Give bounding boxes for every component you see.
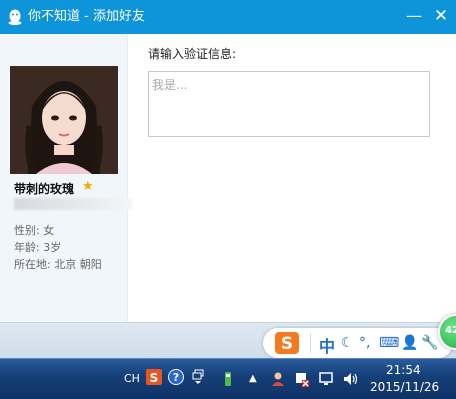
clock-date[interactable]: 2015/11/26 [370, 380, 439, 394]
monitor-icon[interactable] [318, 371, 334, 387]
avatar-portrait-image [10, 66, 118, 174]
restore-icon[interactable] [190, 369, 206, 385]
nickname: 带刺的玫瑰 [14, 182, 75, 196]
close-button[interactable]: ✕ [430, 5, 452, 27]
person-tray-icon[interactable] [270, 371, 286, 387]
taskbar: CH S ? ▲ 21:54 2015/11/26 [0, 358, 456, 399]
wrench-icon[interactable]: 🔧 [421, 334, 438, 352]
svg-text:?: ? [173, 371, 179, 384]
language-indicator[interactable]: CH [124, 372, 140, 385]
ime-separator [310, 333, 311, 353]
svg-text:S: S [281, 334, 293, 354]
gender-info: 性别: 女 [14, 224, 55, 237]
floating-ball-value: 42 [445, 325, 456, 336]
star-icon: ★ [82, 179, 94, 194]
ime-toolbar[interactable]: S 中 ☾ °, ⌨ 👤 🔧 [263, 328, 453, 358]
profile-panel: 带刺的玫瑰 ★ 性别: 女 年龄: 3岁 所在地: 北京 朝阳 [0, 34, 132, 322]
clock-time[interactable]: 21:54 [386, 363, 421, 377]
sogou-logo-icon[interactable]: S [274, 331, 300, 355]
verify-label: 请输入验证信息: [148, 47, 237, 61]
title-bar: 你不知道 - 添加好友 — ✕ [0, 0, 456, 34]
svg-text:S: S [150, 371, 159, 385]
show-hidden-icons-arrow[interactable]: ▲ [249, 373, 257, 384]
moon-icon[interactable]: ☾ [341, 334, 354, 352]
window-title: 你不知道 - 添加好友 [28, 9, 145, 24]
verify-message-input[interactable] [148, 71, 430, 137]
help-icon[interactable]: ? [168, 369, 184, 385]
network-error-icon[interactable] [294, 371, 310, 387]
ime-chinese-mode[interactable]: 中 [319, 333, 335, 357]
minimize-button[interactable]: — [404, 5, 424, 27]
user-icon[interactable]: 👤 [401, 334, 418, 352]
keyboard-icon[interactable]: ⌨ [379, 334, 399, 352]
punctuation-icon[interactable]: °, [359, 334, 370, 352]
age-info: 年龄: 3岁 [14, 241, 62, 254]
volume-icon[interactable] [342, 371, 358, 387]
avatar [10, 66, 118, 174]
qq-penguin-icon [8, 9, 22, 25]
location-info: 所在地: 北京 朝阳 [14, 258, 102, 271]
usb-drive-icon[interactable] [220, 371, 236, 387]
blurred-account-id [14, 198, 132, 210]
sogou-tray-icon[interactable]: S [146, 369, 162, 385]
